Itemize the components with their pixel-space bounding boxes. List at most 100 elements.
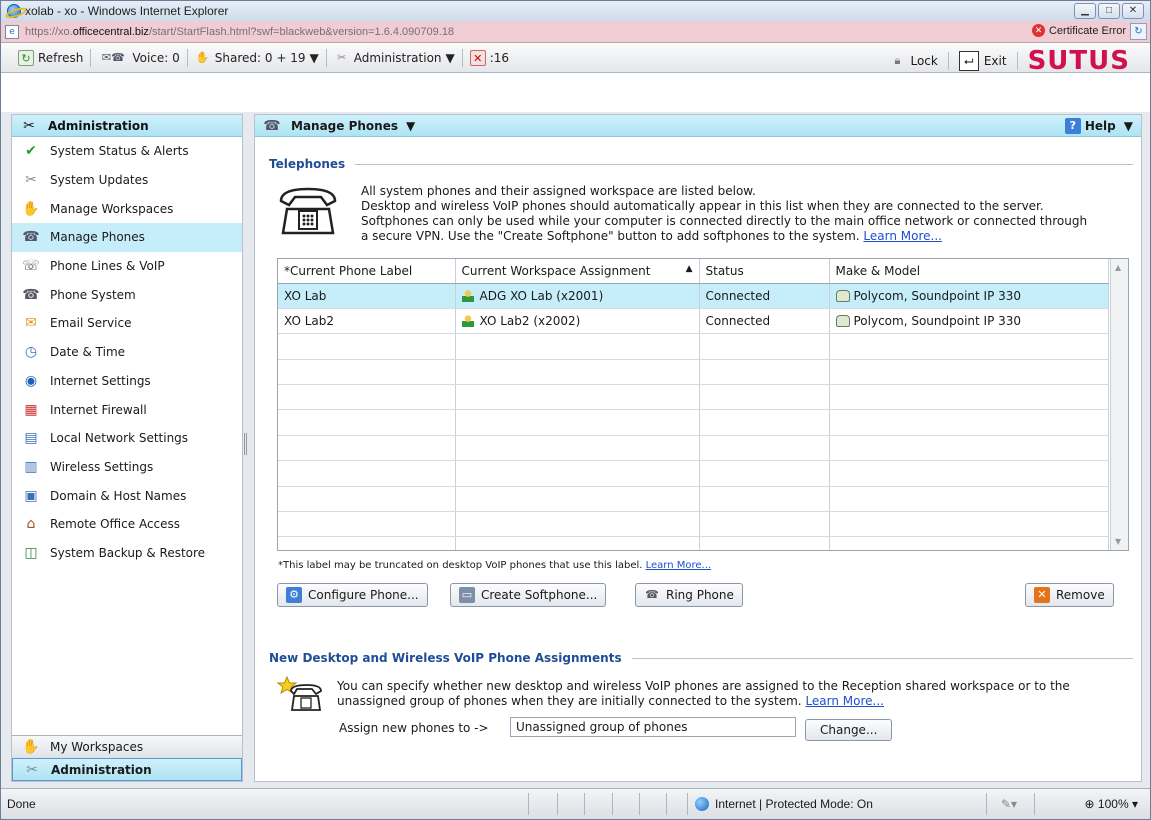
empty-row xyxy=(278,460,1109,487)
separator xyxy=(461,48,463,67)
dropdown-arrow-icon: ▼ xyxy=(1123,119,1133,133)
lock-button[interactable]: 🔒︎ Lock xyxy=(889,53,938,69)
table-scrollbar[interactable]: ▲ ▼ xyxy=(1110,259,1128,550)
dropdown-arrow-icon: ▼ xyxy=(406,118,416,133)
status-divider xyxy=(528,793,529,815)
sidebar-item-system-status[interactable]: ✔ System Status & Alerts xyxy=(12,137,242,166)
scroll-down-icon[interactable]: ▼ xyxy=(1115,537,1121,546)
sidebar-item-label: Phone Lines & VoIP xyxy=(50,259,165,274)
help-button[interactable]: ? Help ▼ xyxy=(1064,118,1133,134)
remove-button[interactable]: ✕ Remove xyxy=(1025,583,1114,607)
url-rest: /start/StartFlash.html?swf=blackweb&vers… xyxy=(148,25,455,38)
zoom-control[interactable]: ⊕ 100% ▾ xyxy=(1085,797,1138,811)
sidebar-item-phone-lines[interactable]: ☏ Phone Lines & VoIP xyxy=(12,252,242,281)
column-header-make-model[interactable]: Make & Model xyxy=(829,259,1109,284)
assign-phones-field: Unassigned group of phones xyxy=(510,717,796,737)
sidebar-item-phone-system[interactable]: ☎ Phone System xyxy=(12,280,242,309)
sidebar-item-backup-restore[interactable]: ◫ System Backup & Restore xyxy=(12,539,242,568)
exit-icon: ⮠ xyxy=(958,51,979,71)
phone-line-icon: ☏ xyxy=(22,258,40,275)
app-toolbar: ↻ Refresh ✉☎ Voice: 0 ✋ Shared: 0 + 19 ▼… xyxy=(1,43,1150,76)
scroll-up-icon[interactable]: ▲ xyxy=(1115,263,1121,272)
computer-icon: ▭ xyxy=(459,587,475,603)
voice-label: Voice: 0 xyxy=(132,50,180,65)
remove-icon: ✕ xyxy=(1034,587,1050,603)
backup-icon: ◫ xyxy=(24,544,38,561)
dropdown-arrow-icon: ▾ xyxy=(1131,797,1138,811)
sidebar-item-wireless-settings[interactable]: ▥ Wireless Settings xyxy=(12,453,242,482)
checkmark-icon: ✔ xyxy=(25,143,37,160)
sidebar-item-label: Local Network Settings xyxy=(50,431,189,446)
learn-more-link[interactable]: Learn More... xyxy=(646,560,711,571)
separator xyxy=(325,48,327,67)
help-label: Help xyxy=(1084,119,1116,133)
security-zone[interactable]: Internet | Protected Mode: On xyxy=(695,797,873,811)
url-text[interactable]: https://xo.officecentral.biz/start/Start… xyxy=(25,26,454,38)
sidebar-item-manage-phones[interactable]: ☎ Manage Phones xyxy=(12,223,242,252)
create-softphone-button[interactable]: ▭ Create Softphone... xyxy=(450,583,607,607)
address-refresh-icon[interactable]: ↻ xyxy=(1130,23,1147,40)
pane-splitter[interactable] xyxy=(244,433,247,455)
error-icon: ✕ xyxy=(1031,24,1045,37)
alerts-button[interactable]: ✕ :16 xyxy=(465,49,514,66)
toolbar-right: 🔒︎ Lock ⮠ Exit SUTUS xyxy=(889,46,1130,76)
refresh-button[interactable]: ↻ Refresh xyxy=(13,49,88,66)
panel-header[interactable]: ☎ Manage Phones ▼ ? Help ▼ xyxy=(255,115,1141,137)
sidebar-item-local-network[interactable]: ▤ Local Network Settings xyxy=(12,424,242,453)
table-header-row: *Current Phone Label Current Workspace A… xyxy=(278,259,1109,284)
voice-button[interactable]: ✉☎ Voice: 0 xyxy=(93,50,184,66)
cert-error-label: Certificate Error xyxy=(1048,24,1126,37)
configure-phone-button[interactable]: ⚙ Configure Phone... xyxy=(277,583,428,607)
help-icon: ? xyxy=(1064,118,1081,134)
url-prefix: https://xo. xyxy=(25,25,73,38)
sidebar-item-manage-workspaces[interactable]: ✋ Manage Workspaces xyxy=(12,194,242,223)
button-label: Change... xyxy=(820,723,878,737)
my-workspaces-button[interactable]: ✋ My Workspaces xyxy=(12,735,242,758)
refresh-icon: ↻ xyxy=(18,49,34,66)
empty-row xyxy=(278,359,1109,386)
empty-row xyxy=(278,511,1109,538)
section-label: New Desktop and Wireless VoIP Phone Assi… xyxy=(269,651,622,665)
sidebar-item-label: Domain & Host Names xyxy=(50,488,187,503)
workspace-icon: ✋ xyxy=(22,200,40,217)
learn-more-link[interactable]: Learn More... xyxy=(805,694,884,708)
my-workspaces-label: My Workspaces xyxy=(50,740,144,754)
ring-phone-button[interactable]: ☎ Ring Phone xyxy=(635,583,743,607)
remote-office-icon: ⌂ xyxy=(26,516,36,533)
column-header-phone-label[interactable]: *Current Phone Label xyxy=(278,259,456,284)
sidebar-item-remote-office[interactable]: ⌂ Remote Office Access xyxy=(12,510,242,539)
administration-menu[interactable]: ✂ Administration ▼ xyxy=(329,50,460,66)
zoom-icon: ⊕ xyxy=(1084,797,1095,811)
sidebar-item-internet-firewall[interactable]: ▦ Internet Firewall xyxy=(12,395,242,424)
close-icon[interactable]: ✕ xyxy=(1122,3,1144,19)
sidebar-item-email-service[interactable]: ✉ Email Service xyxy=(12,309,242,338)
column-header-workspace[interactable]: Current Workspace Assignment ▲ xyxy=(455,259,700,284)
telephone-illustration-icon xyxy=(275,183,341,241)
learn-more-link[interactable]: Learn More... xyxy=(863,229,942,243)
sidebar-item-label: Phone System xyxy=(50,287,136,302)
shared-button[interactable]: ✋ Shared: 0 + 19 ▼ xyxy=(190,50,324,66)
sidebar-item-date-time[interactable]: ◷ Date & Time xyxy=(12,338,242,367)
change-button[interactable]: Change... xyxy=(805,719,893,741)
empty-row xyxy=(278,435,1109,462)
maximize-icon[interactable]: □ xyxy=(1098,3,1120,19)
sidebar-item-system-updates[interactable]: ✂ System Updates xyxy=(12,166,242,195)
protected-mode-icon[interactable]: ✎▾ xyxy=(1001,797,1017,811)
sidebar-item-domain-host[interactable]: ▣ Domain & Host Names xyxy=(12,481,242,510)
tools-icon: ✂ xyxy=(23,117,35,134)
minimize-icon[interactable]: ▁ xyxy=(1074,3,1096,19)
column-header-status[interactable]: Status xyxy=(699,259,830,284)
certificate-error[interactable]: ✕ Certificate Error xyxy=(1031,24,1126,37)
button-label: Ring Phone xyxy=(666,588,734,602)
sidebar-item-label: Date & Time xyxy=(50,345,126,360)
empty-row xyxy=(278,486,1109,513)
table-row[interactable]: XO Lab ADG XO Lab (x2001) Connected Poly… xyxy=(278,283,1109,309)
administration-button[interactable]: ✂ Administration xyxy=(12,758,242,781)
exit-button[interactable]: ⮠ Exit xyxy=(958,51,1007,71)
table-row[interactable]: XO Lab2 XO Lab2 (x2002) Connected Polyco… xyxy=(278,308,1109,335)
shared-icon: ✋ xyxy=(195,50,210,64)
address-bar[interactable]: e https://xo.officecentral.biz/start/Sta… xyxy=(1,21,1150,43)
sidebar-item-label: System Backup & Restore xyxy=(50,545,206,560)
sidebar-item-internet-settings[interactable]: ◉ Internet Settings xyxy=(12,367,242,396)
phone-icon: ☎ xyxy=(22,229,40,246)
